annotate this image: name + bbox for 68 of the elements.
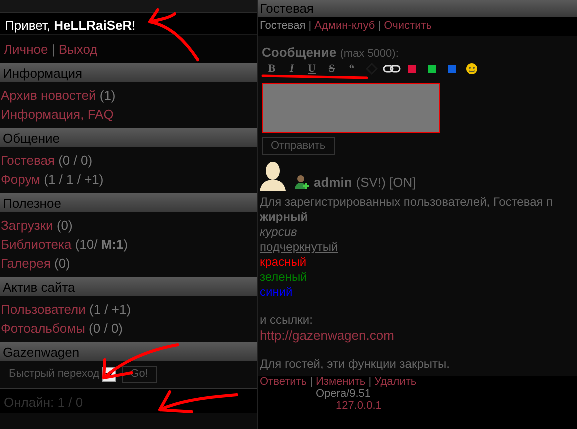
format-button[interactable]: B (262, 62, 282, 76)
section-header: Информация (0, 63, 257, 82)
user-icon (294, 174, 310, 190)
submit-button[interactable]: Отправить (262, 136, 335, 154)
annotation-arrow (148, 8, 200, 62)
menu-link[interactable]: Галерея (1, 256, 51, 271)
section-header: Gazenwagen (0, 342, 257, 361)
section-header: Общение (0, 128, 257, 147)
menu-link[interactable]: Информация, FAQ (1, 107, 114, 122)
menu-link[interactable]: Фотоальбомы (1, 321, 86, 336)
post-action-link[interactable]: Удалить (374, 376, 417, 388)
colored-text: синий (259, 285, 294, 300)
color-swatch-icon[interactable] (408, 65, 416, 73)
quick-jump-label: Быстрый переход (9, 367, 100, 382)
colored-text: зеленый (259, 270, 308, 285)
post-action-link[interactable]: Изменить (316, 376, 366, 388)
post-text: и ссылки: (259, 313, 314, 328)
greeting-text: Привет, HeLLRaiSeR! (0, 12, 257, 35)
post-action-link[interactable]: Ответить (260, 376, 308, 388)
url-link[interactable]: http://gazenwagen.com (260, 328, 394, 343)
nav-link[interactable]: Личное (4, 42, 48, 57)
separator-text: | (368, 376, 372, 388)
separator-text: | (310, 376, 313, 388)
count-text: (1 / 1 / +1) (44, 172, 104, 187)
format-button[interactable]: U (302, 62, 322, 76)
menu-link[interactable]: Загрузки (1, 218, 54, 233)
color-swatch-icon[interactable] (448, 65, 456, 73)
bold-text: жирный (259, 210, 310, 225)
count-text: (10/ M:1) (75, 237, 128, 252)
post-text: Для зарегистрированных пользователей, Гостевая п (259, 195, 554, 210)
menu-link[interactable]: Гостевая (1, 153, 55, 168)
count-text: (0) (56, 218, 73, 233)
nav-tab[interactable]: Админ-клуб (314, 20, 376, 32)
separator-text: | (52, 42, 56, 57)
underlined-text: подчеркнутый (259, 240, 340, 255)
menu-link[interactable]: Пользователи (1, 302, 86, 317)
nav-tab[interactable]: Очистить (384, 20, 432, 32)
section-header: Полезное (0, 193, 257, 212)
smiley-icon[interactable] (466, 63, 478, 75)
menu-link[interactable]: Форум (1, 172, 40, 187)
format-button[interactable]: “ (342, 62, 362, 76)
nav-link[interactable]: Выход (58, 42, 98, 57)
separator-text: | (308, 20, 312, 32)
color-swatch-icon[interactable] (428, 65, 436, 73)
nav-tab[interactable]: Гостевая (260, 20, 306, 32)
message-label: Сообщение (max 5000): (262, 44, 400, 62)
section-header: Актив сайта (0, 277, 257, 296)
count-text: (0 / 0) (89, 321, 124, 336)
link-icon[interactable] (382, 64, 402, 74)
separator-text: | (378, 20, 382, 32)
count-text: (0) (54, 256, 70, 271)
colored-text: красный (259, 255, 308, 270)
format-button[interactable]: I (282, 62, 302, 76)
panel-title: Гостевая (258, 0, 577, 17)
italic-text: курсив (259, 225, 298, 240)
format-button[interactable]: S (322, 62, 342, 76)
post-text: Для гостей, эти функции закрыты. (259, 357, 451, 372)
message-textarea[interactable] (262, 82, 440, 132)
count-text: (0 / 0) (58, 153, 93, 168)
menu-link[interactable]: Библиотека (1, 237, 72, 252)
author-name: admin (314, 174, 352, 192)
ip-address: 127.0.0.1 (336, 400, 382, 412)
avatar-icon (260, 161, 286, 192)
author-status: (SV!) [ON] (356, 174, 416, 192)
count-text: (1 / +1) (89, 302, 132, 317)
browser-text: Opera/9.51 (316, 388, 372, 400)
count-text: (1) (100, 88, 116, 103)
menu-link[interactable]: Архив новостей (1, 88, 96, 103)
